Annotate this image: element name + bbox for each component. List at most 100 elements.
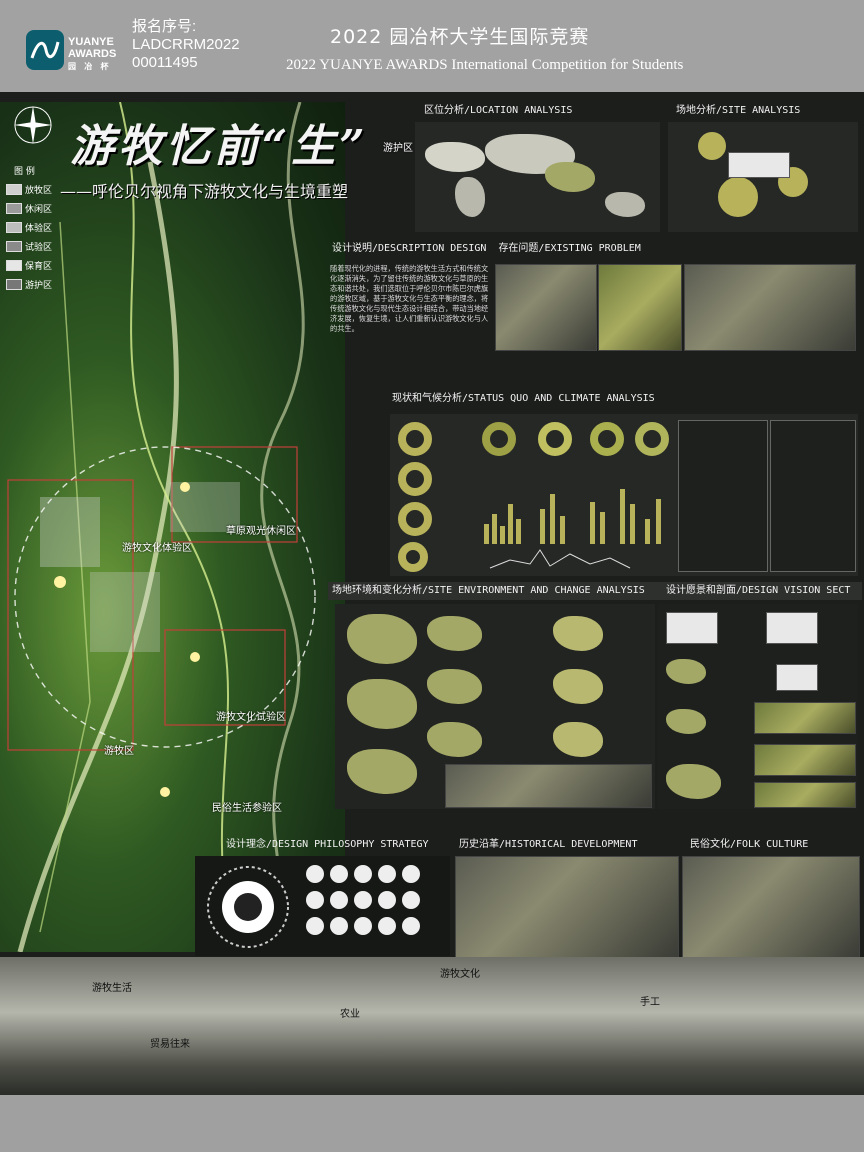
climate-bar-chart xyxy=(484,489,661,569)
climate-donut-chart xyxy=(398,502,432,536)
logo-text-yuanye: YUANYE xyxy=(68,36,114,48)
map-continent xyxy=(455,177,485,217)
section-drawing xyxy=(754,782,856,808)
climate-data-chart xyxy=(770,420,856,572)
legend-item: 放牧区 xyxy=(6,183,52,196)
legend-item: 保育区 xyxy=(6,259,52,272)
strip-label-grazing-life: 游牧生活 xyxy=(92,983,132,994)
section-folk-culture: 民俗文化/FOLK CULTURE xyxy=(690,839,809,850)
nomad-life-collage: 游牧文化 游牧生活 贸易往来 农业 手工 xyxy=(0,957,864,1095)
legend-item: 试验区 xyxy=(6,240,52,253)
terrain-model xyxy=(427,722,482,757)
section-design-philosophy: 设计理念/DESIGN PHILOSOPHY STRATEGY xyxy=(226,839,429,850)
section-site-analysis: 场地分析/SITE ANALYSIS xyxy=(676,105,801,116)
terrain-model xyxy=(553,669,603,704)
legend-item: 体验区 xyxy=(6,221,52,234)
terrain-model xyxy=(347,679,417,729)
legend-label: 游护区 xyxy=(25,281,53,291)
terrain-model xyxy=(347,614,417,664)
legend-label: 放牧区 xyxy=(25,186,53,196)
design-description-text: 随着现代化的进程，传统的游牧生活方式和传统文化逐渐消失，为了留住传统的游牧文化与… xyxy=(330,264,489,333)
vision-axonometric xyxy=(666,612,718,644)
design-description-heading: 设计说明/DESCRIPTION DESIGN xyxy=(332,243,487,254)
site-photo-yurts xyxy=(445,764,652,808)
terrain-model xyxy=(553,722,603,757)
site-environment-diagrams xyxy=(335,604,655,809)
poster-page: YUANYE AWARDS 园 冶 杯 报名序号: LADCRRM2022 00… xyxy=(0,0,864,1152)
map-legend: 图 例 放牧区 休闲区 体验区 试验区 保育区 游护区 xyxy=(6,164,52,291)
strip-label-farming: 农业 xyxy=(340,1009,360,1020)
section-location-analysis: 区位分析/LOCATION ANALYSIS xyxy=(424,105,573,116)
logo-text-cn: 园 冶 杯 xyxy=(68,62,112,71)
section-design-vision: 设计愿景和剖面/DESIGN VISION SECT xyxy=(662,582,862,600)
problem-photo xyxy=(684,264,856,351)
map-label-nomad-trial: 游牧文化试验区 xyxy=(216,712,286,723)
terrain-model xyxy=(427,616,482,651)
page-footer-band xyxy=(0,1095,864,1152)
registration-label: 报名序号: xyxy=(132,18,197,35)
legend-item: 游护区 xyxy=(6,278,52,291)
strip-label-craft: 手工 xyxy=(640,997,660,1008)
strategy-icons-grid xyxy=(306,865,420,935)
logo-text-awards: AWARDS xyxy=(68,48,117,60)
vision-axonometric xyxy=(776,664,818,691)
map-label-folk-life: 民俗生活参验区 xyxy=(212,803,282,814)
legend-swatch xyxy=(6,203,22,214)
map-continent xyxy=(545,162,595,192)
section-status-climate: 现状和气候分析/STATUS QUO AND CLIMATE ANALYSIS xyxy=(392,393,655,404)
poster-subtitle: ——呼伦贝尔视角下游牧文化与生境重塑 xyxy=(60,182,349,201)
map-continent xyxy=(605,192,645,217)
logo-mark-icon xyxy=(26,30,64,70)
site-plan-thumbnail xyxy=(728,152,790,178)
climate-data-chart xyxy=(678,420,768,572)
competition-header: YUANYE AWARDS 园 冶 杯 报名序号: LADCRRM2022 00… xyxy=(0,0,864,92)
section-drawing xyxy=(754,702,856,734)
terrain-model xyxy=(553,616,603,651)
climate-donut-chart xyxy=(482,422,516,456)
competition-title-en: 2022 YUANYE AWARDS International Competi… xyxy=(286,57,684,73)
legend-label: 休闲区 xyxy=(25,205,53,215)
philosophy-wheel-icon xyxy=(207,866,289,948)
map-continent xyxy=(425,142,485,172)
climate-donut-chart xyxy=(398,462,432,496)
terrain-model xyxy=(666,709,706,734)
existing-problem-heading: 存在问题/EXISTING PROBLEM xyxy=(498,243,641,254)
terrain-model xyxy=(427,669,482,704)
vision-axonometric xyxy=(766,612,818,644)
philosophy-diagram xyxy=(195,856,450,956)
legend-label: 试验区 xyxy=(25,243,53,253)
yuanye-logo: YUANYE AWARDS 园 冶 杯 xyxy=(26,28,122,74)
section-historical-development: 历史沿革/HISTORICAL DEVELOPMENT xyxy=(459,839,638,850)
location-world-map xyxy=(415,122,660,232)
design-poster: 草原观光休闲区 游牧文化体验区 游牧文化试验区 游牧区 民俗生活参验区 游牧忆前… xyxy=(0,92,864,1095)
legend-swatch xyxy=(6,241,22,252)
climate-donut-chart xyxy=(590,422,624,456)
design-vision-panel xyxy=(658,604,858,809)
climate-donut-chart xyxy=(635,422,669,456)
terrain-model xyxy=(666,764,721,799)
terrain-model xyxy=(347,749,417,794)
climate-donut-chart xyxy=(398,542,428,572)
poster-main-title: 游牧忆前“生” xyxy=(70,121,369,172)
legend-label: 体验区 xyxy=(25,224,53,234)
problem-photo xyxy=(598,264,682,351)
registration-code: LADCRRM2022 xyxy=(132,36,240,53)
map-label-grazing: 游牧区 xyxy=(104,746,134,757)
terrain-model xyxy=(666,659,706,684)
legend-label: 保育区 xyxy=(25,262,53,272)
site-analysis-diagram xyxy=(668,122,858,232)
section-drawing xyxy=(754,744,856,776)
problem-photo xyxy=(495,264,597,351)
legend-title: 图 例 xyxy=(14,167,35,177)
legend-swatch xyxy=(6,184,22,195)
legend-item: 休闲区 xyxy=(6,202,52,215)
climate-donut-chart xyxy=(398,422,432,456)
site-circle xyxy=(718,177,758,217)
registration-number: 00011495 xyxy=(132,54,198,71)
strip-label-trade: 贸易往来 xyxy=(150,1039,190,1050)
map-label-protect: 游护区 xyxy=(383,143,413,154)
history-collage xyxy=(455,856,679,958)
section-site-environment: 场地环境和变化分析/SITE ENVIRONMENT AND CHANGE AN… xyxy=(328,582,662,600)
folk-culture-collage xyxy=(682,856,860,958)
site-circle xyxy=(698,132,726,160)
